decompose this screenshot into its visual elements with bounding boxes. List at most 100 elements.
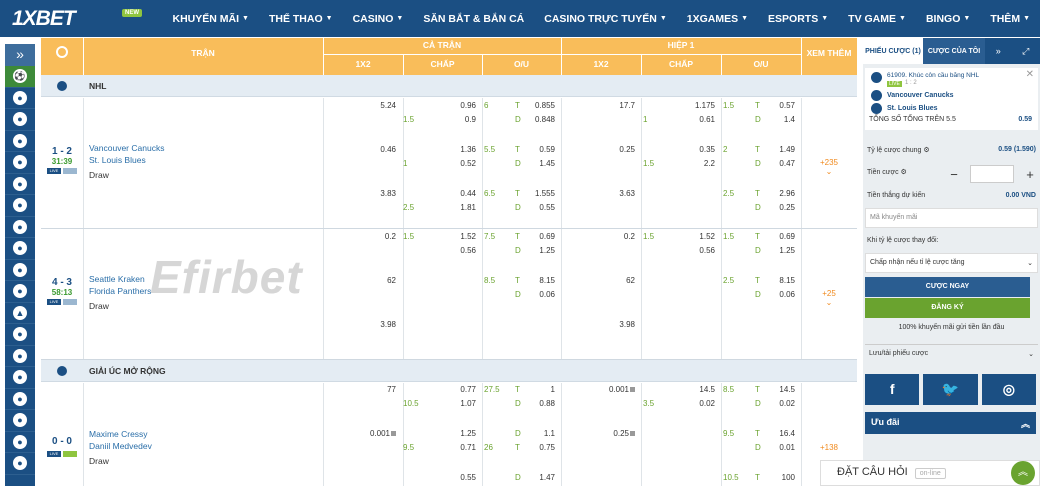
odd[interactable]: 0.06 — [521, 290, 555, 299]
odd[interactable]: 2.2 — [661, 159, 715, 168]
odd[interactable]: 0.2 — [341, 232, 396, 241]
team-away[interactable]: Daniil Medvedev — [89, 441, 152, 453]
odd[interactable]: 1.45 — [521, 159, 555, 168]
match-teams[interactable]: Seattle Kraken Florida Panthers Draw — [89, 274, 151, 311]
nav-live-casino[interactable]: CASINO TRỰC TUYẾN ▼ — [534, 13, 676, 25]
odd[interactable]: 0.47 — [761, 159, 795, 168]
odd[interactable]: 0.71 — [421, 443, 476, 452]
odd[interactable]: 0.02 — [761, 399, 795, 408]
team-away[interactable]: St. Louis Blues — [89, 155, 164, 167]
twitter-icon[interactable]: 🐦 — [923, 374, 978, 405]
esports-icon[interactable]: ● — [5, 260, 35, 281]
odd[interactable]: 0.01 — [761, 443, 795, 452]
odd[interactable]: 62 — [341, 276, 396, 285]
promo-code-input[interactable]: Mã khuyến mãi — [865, 208, 1038, 228]
odd[interactable]: 0.77 — [421, 385, 476, 394]
odd[interactable]: 0.88 — [521, 399, 555, 408]
odd[interactable]: 0.57 — [761, 101, 795, 110]
odd[interactable]: 14.5 — [761, 385, 795, 394]
odds-change-select[interactable]: Chấp nhận nếu tỉ lệ cược tăng ⌄ — [865, 253, 1038, 273]
more-markets-button[interactable]: +25 ⌄ — [801, 289, 857, 307]
odd[interactable]: 1.81 — [421, 203, 476, 212]
odd[interactable]: 1.555 — [521, 189, 555, 198]
odd[interactable]: 0.001 — [341, 429, 396, 438]
register-button[interactable]: ĐĂNG KÝ — [865, 298, 1030, 318]
live-icon[interactable]: LIVE — [47, 451, 61, 457]
ask-question-widget[interactable]: ĐẶT CÂU HỎI on-line ︽ — [820, 460, 1040, 486]
odd[interactable]: 0.02 — [661, 399, 715, 408]
football-icon[interactable]: ⚽ — [5, 66, 35, 88]
odd[interactable]: 0.69 — [761, 232, 795, 241]
odd[interactable]: 0.96 — [421, 101, 476, 110]
odd[interactable]: 1.1 — [521, 429, 555, 438]
team-home[interactable]: Maxime Cressy — [89, 429, 152, 441]
odd[interactable]: 0.56 — [661, 246, 715, 255]
odd[interactable]: 1.4 — [761, 115, 795, 124]
league-header-nhl[interactable]: NHL — [41, 75, 857, 97]
odd[interactable]: 0.61 — [661, 115, 715, 124]
bandy-icon[interactable]: ● — [5, 432, 35, 453]
odd[interactable]: 0.2 — [581, 232, 635, 241]
team-home[interactable]: Seattle Kraken — [89, 274, 151, 286]
match-teams[interactable]: Maxime Cressy Daniil Medvedev Draw — [89, 429, 152, 466]
odd[interactable]: 1.52 — [421, 232, 476, 241]
stake-input[interactable] — [970, 165, 1014, 183]
expand-icon[interactable]: » — [5, 44, 35, 66]
tab-betslip[interactable]: PHIẾU CƯỢC (1) — [863, 38, 923, 64]
odd[interactable]: 0.55 — [421, 473, 476, 482]
nav-casino[interactable]: CASINO ▼ — [343, 13, 414, 25]
more-markets-button[interactable]: +138 — [801, 443, 857, 452]
gear-icon[interactable]: ⚙ — [923, 147, 929, 154]
offers-bar[interactable]: Ưu đãi ︽ — [865, 412, 1036, 434]
live-icon[interactable]: LIVE — [47, 168, 61, 174]
odd[interactable]: 14.5 — [661, 385, 715, 394]
chevron-up-icon[interactable]: ︽ — [1011, 461, 1035, 485]
odd[interactable]: 1.25 — [761, 246, 795, 255]
table-tennis-icon[interactable]: ● — [5, 174, 35, 195]
nav-sports[interactable]: THỂ THAO ▼ — [259, 13, 343, 25]
soccer-ball-icon[interactable]: ● — [5, 389, 35, 410]
odd[interactable]: 17.7 — [581, 101, 635, 110]
odd[interactable]: 0.9 — [421, 115, 476, 124]
hockey-player-icon[interactable]: ● — [5, 410, 35, 432]
team-away[interactable]: Florida Panthers — [89, 286, 151, 298]
match-teams[interactable]: Vancouver Canucks St. Louis Blues Draw — [89, 143, 164, 180]
odd[interactable]: 0.69 — [521, 232, 555, 241]
rugby-icon[interactable]: ● — [5, 324, 35, 346]
team-home[interactable]: Vancouver Canucks — [89, 143, 164, 155]
odd[interactable]: 5.24 — [341, 101, 396, 110]
gear-icon[interactable]: ⚙ — [901, 169, 907, 176]
odd[interactable]: 62 — [581, 276, 635, 285]
futsal-icon[interactable]: ● — [5, 195, 35, 217]
close-icon[interactable]: ✕ — [1026, 69, 1034, 80]
more-markets-button[interactable]: +235 ⌄ — [801, 158, 857, 176]
odd[interactable]: 100 — [761, 473, 795, 482]
odd[interactable]: 3.63 — [581, 189, 635, 198]
nav-more[interactable]: THÊM ▼ — [980, 13, 1040, 25]
odd[interactable]: 0.75 — [521, 443, 555, 452]
odd[interactable]: 1 — [521, 385, 555, 394]
odd[interactable]: 1.25 — [421, 429, 476, 438]
odd[interactable]: 1.49 — [761, 145, 795, 154]
plus-button[interactable]: + — [1023, 167, 1037, 182]
odd[interactable]: 0.848 — [521, 115, 555, 124]
nav-promotions[interactable]: KHUYẾN MÃI ▼ — [163, 13, 259, 25]
save-betslip[interactable]: Lưu/tải phiếu cược ⌄ — [865, 344, 1038, 364]
stats-icon[interactable] — [63, 451, 77, 457]
handball-icon[interactable]: ● — [5, 346, 35, 367]
water-polo-icon[interactable]: ● — [5, 367, 35, 389]
nav-esports[interactable]: ESPORTS ▼ — [758, 13, 838, 25]
odd[interactable]: 0.46 — [341, 145, 396, 154]
odd[interactable]: 1.07 — [421, 399, 476, 408]
nav-tv-game[interactable]: TV GAME ▼ — [838, 13, 916, 25]
live-icon[interactable]: LIVE — [47, 299, 61, 305]
ice-hockey-icon[interactable]: ● — [5, 88, 35, 109]
boxing-icon[interactable]: ● — [5, 453, 35, 475]
odd[interactable]: 8.15 — [761, 276, 795, 285]
nav-1xgames[interactable]: 1XGAMES ▼ — [677, 13, 758, 25]
odd[interactable]: 0.52 — [421, 159, 476, 168]
basketball-icon[interactable]: ● — [5, 109, 35, 131]
odd[interactable]: 1.52 — [661, 232, 715, 241]
odd[interactable]: 77 — [341, 385, 396, 394]
logo[interactable]: 1XBET NEW — [0, 0, 142, 37]
